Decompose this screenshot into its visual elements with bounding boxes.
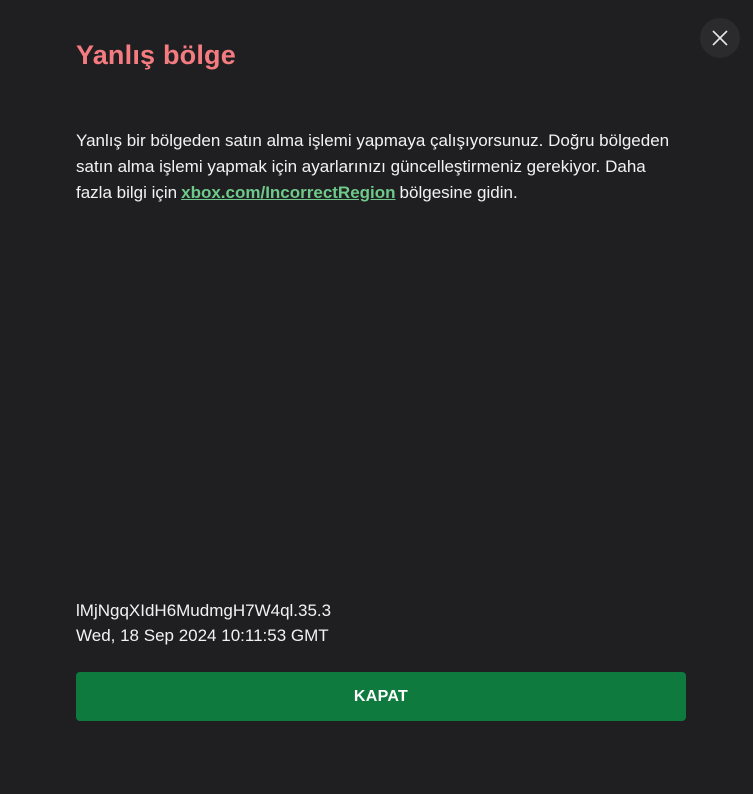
error-details: lMjNgqXIdH6MudmgH7W4ql.35.3 Wed, 18 Sep … [76, 598, 331, 648]
close-action-button[interactable]: KAPAT [76, 672, 686, 721]
close-icon [712, 30, 728, 46]
incorrect-region-link[interactable]: xbox.com/IncorrectRegion [181, 183, 395, 202]
timestamp: Wed, 18 Sep 2024 10:11:53 GMT [76, 626, 329, 645]
dialog-title: Yanlış bölge [76, 40, 236, 70]
incorrect-region-dialog: Yanlış bölge Yanlış bir bölgeden satın a… [0, 0, 753, 794]
message-text-after-link: bölgesine gidin. [399, 183, 518, 202]
dialog-message: Yanlış bir bölgeden satın alma işlemi ya… [76, 128, 676, 206]
reference-code: lMjNgqXIdH6MudmgH7W4ql.35.3 [76, 601, 332, 620]
dialog-close-button[interactable] [700, 18, 740, 58]
